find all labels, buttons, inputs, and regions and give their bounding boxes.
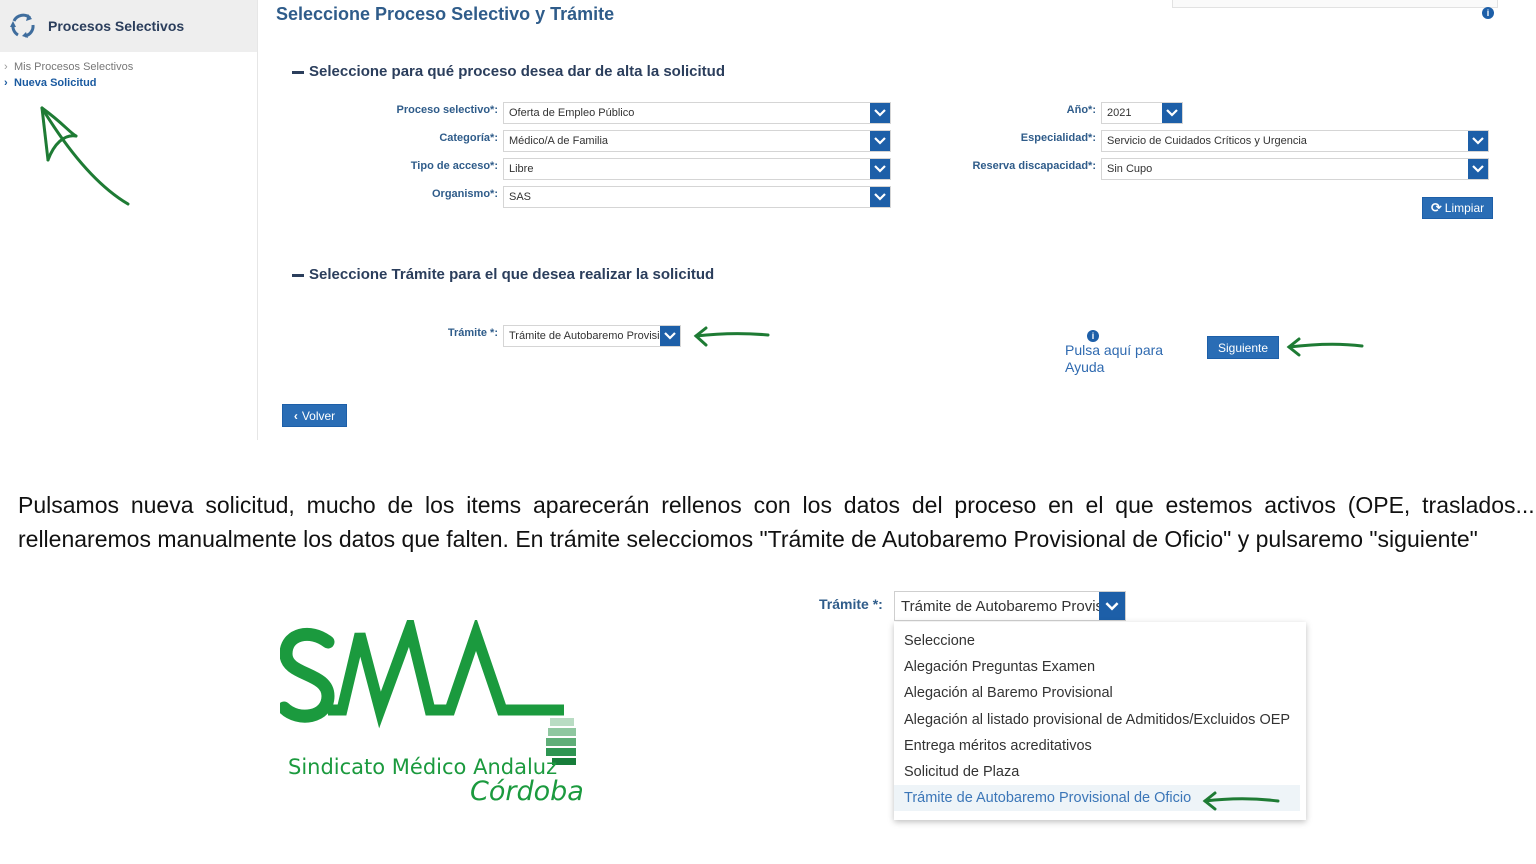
sidebar-item-nueva-solicitud[interactable]: › Nueva Solicitud (4, 75, 257, 91)
select-value: Libre (509, 163, 534, 175)
select-categoria[interactable]: Médico/A de Familia (503, 130, 891, 152)
select-value: Trámite de Autobaremo Provisi (509, 330, 660, 342)
chevron-down-icon[interactable] (870, 103, 890, 123)
option-solicitud-plaza[interactable]: Solicitud de Plaza (894, 759, 1306, 785)
label-especialidad: Especialidad*: (1020, 132, 1096, 144)
select-ano[interactable]: 2021 (1101, 102, 1183, 124)
recycle-arrows-icon (6, 9, 40, 43)
chevron-down-icon[interactable] (870, 131, 890, 151)
sma-logo: Sindicato Médico Andaluz Córdoba (277, 609, 600, 810)
chevron-left-icon: ‹ (293, 408, 298, 423)
chevron-down-icon[interactable] (1099, 592, 1125, 620)
chevron-down-icon[interactable] (870, 159, 890, 179)
select-organismo[interactable]: SAS (503, 186, 891, 208)
option-seleccione[interactable]: Seleccione (894, 628, 1306, 654)
annotation-arrow (1286, 337, 1364, 357)
label-reserva-discapacidad: Reserva discapacidad*: (972, 160, 1096, 172)
help-link[interactable]: Pulsa aquí para Ayuda (1065, 342, 1163, 376)
option-alegacion-listado[interactable]: Alegación al listado provisional de Admi… (894, 707, 1306, 733)
collapse-dash-icon[interactable] (292, 70, 304, 74)
option-alegacion-preguntas[interactable]: Alegación Preguntas Examen (894, 654, 1306, 680)
label-categoria: Categoría*: (439, 132, 498, 144)
select-value: Oferta de Empleo Público (509, 107, 635, 119)
label-tipo-acceso: Tipo de acceso*: (410, 160, 498, 172)
annotation-arrow (693, 326, 770, 347)
zoom-select-tramite[interactable]: Trámite de Autobaremo Provisi (894, 591, 1126, 621)
siguiente-button[interactable]: Siguiente (1207, 336, 1279, 359)
option-alegacion-baremo[interactable]: Alegación al Baremo Provisional (894, 680, 1306, 706)
label-organismo: Organismo*: (431, 188, 498, 200)
chevron-down-icon[interactable] (660, 326, 680, 346)
sidebar-item-label: Mis Procesos Selectivos (14, 61, 134, 73)
annotation-arrow (40, 106, 130, 206)
select-value: Trámite de Autobaremo Provisi (901, 597, 1107, 615)
limpiar-button[interactable]: ⟳ Limpiar (1422, 197, 1493, 219)
volver-button[interactable]: ‹ Volver (282, 404, 347, 427)
logo-line2: Córdoba (470, 776, 584, 807)
sidebar-header: Procesos Selectivos (0, 0, 257, 52)
sidebar-nav: › Mis Procesos Selectivos › Nueva Solici… (0, 52, 257, 91)
select-value: SAS (509, 191, 532, 203)
sidebar-item-mis-procesos[interactable]: › Mis Procesos Selectivos (4, 59, 257, 75)
page-title: Seleccione Proceso Selectivo y Trámite (276, 4, 615, 24)
select-proceso-selectivo[interactable]: Oferta de Empleo Público (503, 102, 891, 124)
info-icon[interactable]: i (1482, 7, 1494, 19)
select-tramite[interactable]: Trámite de Autobaremo Provisi (503, 325, 681, 347)
label-ano: Año*: (1066, 104, 1096, 116)
annotation-arrow (1202, 791, 1280, 811)
sidebar-item-label: Nueva Solicitud (14, 77, 97, 89)
instruction-text: Pulsamos nueva solicitud, mucho de los i… (18, 492, 1536, 552)
option-entrega-meritos[interactable]: Entrega méritos acreditativos (894, 733, 1306, 759)
chevron-right-icon: › (4, 77, 8, 89)
chevron-down-icon[interactable] (1162, 103, 1182, 123)
chevron-down-icon[interactable] (1468, 159, 1488, 179)
chevron-right-icon: › (4, 61, 8, 73)
select-reserva-discapacidad[interactable]: Sin Cupo (1101, 158, 1489, 180)
chevron-down-icon[interactable] (870, 187, 890, 207)
top-bar-edge (1172, 0, 1498, 8)
select-tipo-acceso[interactable]: Libre (503, 158, 891, 180)
select-value: Sin Cupo (1107, 163, 1153, 175)
label-proceso-selectivo: Proceso selectivo*: (396, 104, 499, 116)
collapse-dash-icon[interactable] (292, 273, 304, 277)
main-panel: Seleccione Proceso Selectivo y Trámite i… (258, 0, 1536, 440)
app-screenshot: Procesos Selectivos › Mis Procesos Selec… (0, 0, 1536, 440)
info-icon[interactable]: i (1087, 330, 1099, 342)
section-title-tramite: Seleccione Trámite para el que desea rea… (292, 266, 714, 283)
select-value: Médico/A de Familia (509, 135, 609, 147)
section-title-proceso: Seleccione para qué proceso desea dar de… (292, 63, 725, 80)
zoom-label-tramite: Trámite *: (819, 596, 883, 612)
label-tramite: Trámite *: (447, 327, 498, 339)
chevron-down-icon[interactable] (1468, 131, 1488, 151)
refresh-icon: ⟳ (1430, 200, 1442, 215)
sidebar-title: Procesos Selectivos (48, 18, 185, 34)
select-value: 2021 (1107, 107, 1132, 119)
select-value: Servicio de Cuidados Críticos y Urgencia (1107, 135, 1307, 147)
sidebar: Procesos Selectivos › Mis Procesos Selec… (0, 0, 258, 440)
select-especialidad[interactable]: Servicio de Cuidados Críticos y Urgencia (1101, 130, 1489, 152)
